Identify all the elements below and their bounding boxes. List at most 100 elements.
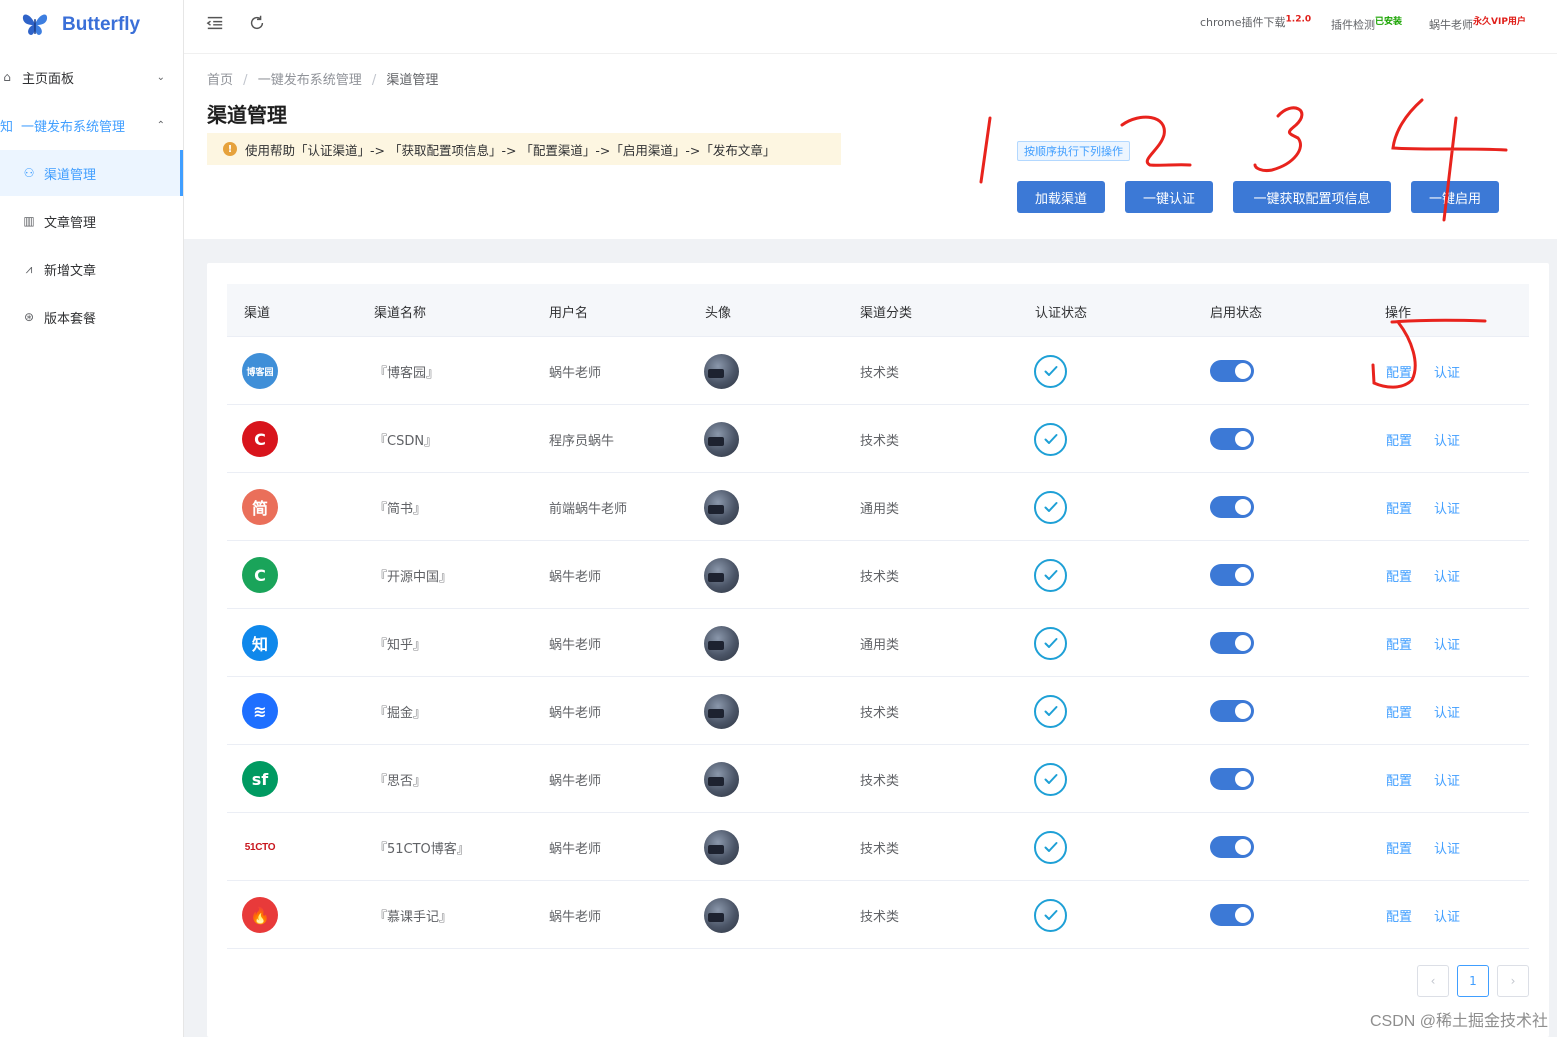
auth-link[interactable]: 认证 [1434,702,1460,721]
enable-toggle[interactable] [1210,564,1254,586]
enable-toggle[interactable] [1210,632,1254,654]
enable-toggle[interactable] [1210,836,1254,858]
channel-category: 技术类 [860,909,900,925]
check-circle-icon [1034,558,1067,592]
channel-logo-cell: 知 [242,609,278,677]
check-circle-icon [1034,694,1067,728]
config-link[interactable]: 配置 [1386,770,1412,789]
channel-category: 技术类 [860,433,900,449]
enable-toggle[interactable] [1210,904,1254,926]
order-tag: 按顺序执行下列操作 [1017,141,1130,161]
channel-logo-text: 51CTO [244,841,276,853]
enable-status-cell [1210,405,1254,473]
column-header: 渠道分类 [860,306,913,321]
table-row: ≋ 『掘金』 蜗牛老师 技术类 配置 认证 [227,677,1529,745]
enable-toggle[interactable] [1210,360,1254,382]
channel-category: 技术类 [860,773,900,789]
enable-all-button[interactable]: 一键启用 [1411,181,1499,213]
config-link[interactable]: 配置 [1386,498,1412,517]
avatar-cell [704,541,739,609]
sidebar-item-dashboard[interactable]: ⌂ 主页面板 ⌄ [0,54,183,100]
sidebar-item-versions[interactable]: ⊛ 版本套餐 [0,294,183,340]
enable-toggle[interactable] [1210,496,1254,518]
plugin-check[interactable]: 插件检测已安装 [1331,14,1402,33]
enable-toggle[interactable] [1210,768,1254,790]
auth-link[interactable]: 认证 [1434,906,1460,925]
user-name: 蜗牛老师 [1429,18,1473,32]
sidebar-item-publish-system[interactable]: 知 一键发布系统管理 ⌃ [0,102,183,148]
breadcrumb: 首页 / 一键发布系统管理 / 渠道管理 [207,69,438,88]
table-row: C 『CSDN』 程序员蜗牛 技术类 配置 认证 [227,405,1529,473]
channel-name: 『思否』 [374,773,427,789]
channel-logo-cell: ≋ [242,677,278,745]
auth-link[interactable]: 认证 [1434,498,1460,517]
config-link[interactable]: 配置 [1386,566,1412,585]
channel-logo-cell: 🔥 [242,881,278,949]
channel-name: 『掘金』 [374,705,427,721]
sidebar-item-channels[interactable]: ⚇ 渠道管理 [0,150,183,196]
config-link[interactable]: 配置 [1386,838,1412,857]
prev-page-button[interactable]: ‹ [1417,965,1449,997]
sidebar-item-label: 一键发布系统管理 [21,119,126,135]
auth-all-button[interactable]: 一键认证 [1125,181,1213,213]
channel-username: 蜗牛老师 [549,909,602,925]
enable-toggle[interactable] [1210,700,1254,722]
actions-cell: 配置 认证 [1386,813,1460,881]
auth-status-cell [1034,609,1067,677]
sidebar-item-label: 文章管理 [44,215,97,231]
sidebar-item-label: 渠道管理 [44,167,97,183]
channel-logo-text: 🔥 [250,905,270,925]
plugin-check-label: 插件检测 [1331,18,1375,32]
sidebar-item-prefix: 知 [0,119,14,135]
auth-link[interactable]: 认证 [1434,770,1460,789]
chrome-plugin-link[interactable]: chrome插件下载1.2.0 [1200,14,1311,30]
channel-logo-text: ≋ [253,701,267,721]
check-circle-icon [1034,830,1067,864]
channel-logo-cell: sf [242,745,278,813]
page-number-button[interactable]: 1 [1457,965,1489,997]
channel-username: 蜗牛老师 [549,569,602,585]
breadcrumb-parent[interactable]: 一键发布系统管理 [258,73,362,88]
load-channels-button[interactable]: 加载渠道 [1017,181,1105,213]
sidebar-item-articles[interactable]: ▥ 文章管理 [0,198,183,244]
channel-logo: 51CTO [242,829,278,865]
auth-status-cell [1034,881,1067,949]
sidebar-item-new-article[interactable]: ⩘ 新增文章 [0,246,183,292]
actions-cell: 配置 认证 [1386,745,1460,813]
channel-name: 『开源中国』 [374,569,453,585]
check-circle-icon [1034,490,1067,524]
pagination: ‹ 1 › [1417,965,1537,997]
channel-logo-text: C [254,429,266,449]
config-link[interactable]: 配置 [1386,634,1412,653]
fetch-config-button[interactable]: 一键获取配置项信息 [1233,181,1391,213]
auth-status-cell [1034,813,1067,881]
config-link[interactable]: 配置 [1386,430,1412,449]
enable-status-cell [1210,677,1254,745]
refresh-icon[interactable] [246,12,268,34]
table-row: 知 『知乎』 蜗牛老师 通用类 配置 认证 [227,609,1529,677]
config-link[interactable]: 配置 [1386,702,1412,721]
config-link[interactable]: 配置 [1386,906,1412,925]
enable-toggle[interactable] [1210,428,1254,450]
auth-status-cell [1034,337,1067,405]
top-header: chrome插件下载1.2.0 插件检测已安装 蜗牛老师永久VIP用户 [184,0,1557,54]
auth-link[interactable]: 认证 [1434,430,1460,449]
avatar [704,421,739,457]
logo[interactable]: Butterfly [20,8,140,42]
next-page-button[interactable]: › [1497,965,1529,997]
auth-link[interactable]: 认证 [1434,362,1460,381]
breadcrumb-home[interactable]: 首页 [207,73,233,88]
collapse-menu-icon[interactable] [204,12,226,34]
config-link[interactable]: 配置 [1386,362,1412,381]
auth-link[interactable]: 认证 [1434,634,1460,653]
user-menu[interactable]: 蜗牛老师永久VIP用户 [1429,14,1526,33]
column-header: 头像 [705,306,732,321]
auth-link[interactable]: 认证 [1434,566,1460,585]
channel-logo: C [242,557,278,593]
book-icon: ▥ [23,214,35,228]
auth-link[interactable]: 认证 [1434,838,1460,857]
channel-category: 技术类 [860,365,900,381]
table-row: 51CTO 『51CTO博客』 蜗牛老师 技术类 配置 认证 [227,813,1529,881]
channel-logo-cell: 简 [242,473,278,541]
channel-username: 蜗牛老师 [549,841,602,857]
